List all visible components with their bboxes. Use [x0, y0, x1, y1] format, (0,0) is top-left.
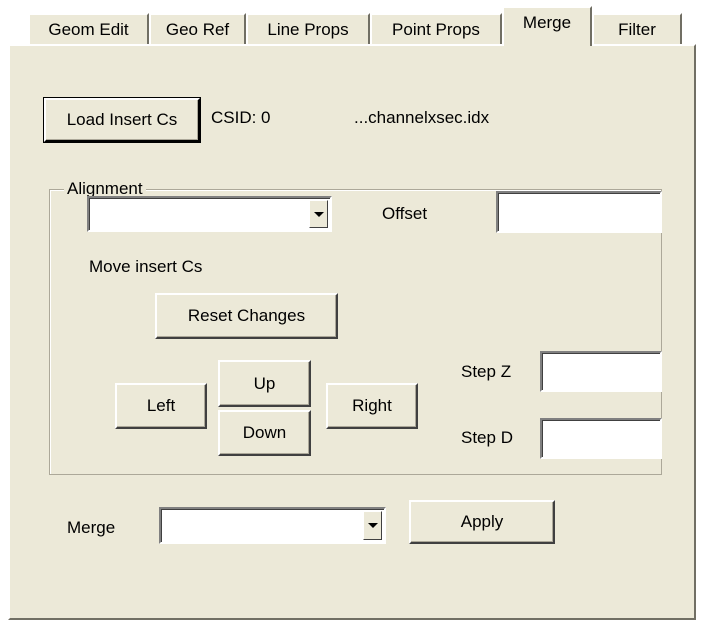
active-tab-join [504, 43, 590, 47]
step-d-label: Step D [461, 428, 513, 447]
tab-label: Geo Ref [165, 20, 230, 39]
reset-changes-button[interactable]: Reset Changes [155, 293, 338, 339]
reset-changes-label: Reset Changes [187, 306, 306, 325]
tab-geo-ref[interactable]: Geo Ref [149, 13, 246, 45]
chevron-down-icon [367, 523, 378, 528]
step-z-label: Step Z [461, 362, 512, 381]
tab-merge[interactable]: Merge [502, 6, 592, 46]
move-insert-cs-label: Move insert Cs [89, 257, 203, 276]
merge-label: Merge [67, 518, 116, 537]
step-z-input[interactable] [540, 351, 662, 392]
offset-label: Offset [382, 204, 428, 223]
up-label: Up [253, 373, 276, 393]
left-label: Left [146, 396, 176, 415]
apply-button[interactable]: Apply [409, 500, 555, 544]
file-name-text: ...channelxsec.idx [354, 108, 490, 127]
tab-label: Geom Edit [48, 20, 129, 39]
tab-label: Merge [522, 13, 572, 32]
load-insert-cs-button[interactable]: Load Insert Cs [43, 97, 201, 143]
tab-filter[interactable]: Filter [592, 13, 682, 45]
alignment-combo-dropdown-button[interactable] [309, 200, 328, 228]
apply-label: Apply [460, 512, 504, 531]
left-button[interactable]: Left [115, 383, 207, 429]
load-insert-cs-label: Load Insert Cs [66, 110, 178, 129]
down-button[interactable]: Down [218, 410, 311, 456]
down-label: Down [242, 423, 287, 442]
tab-label: Filter [618, 20, 656, 39]
tab-line-props[interactable]: Line Props [246, 13, 370, 45]
tab-geom-edit[interactable]: Geom Edit [28, 13, 149, 45]
merge-combo-dropdown-button[interactable] [363, 511, 382, 540]
up-button[interactable]: Up [218, 360, 311, 407]
tab-point-props[interactable]: Point Props [370, 13, 502, 45]
tab-label: Line Props [267, 20, 349, 39]
right-label: Right [352, 396, 392, 415]
offset-input[interactable] [496, 191, 662, 233]
tab-label: Point Props [392, 20, 480, 39]
merge-combo[interactable] [159, 507, 386, 544]
chevron-down-icon [313, 211, 324, 217]
right-button[interactable]: Right [326, 383, 418, 429]
alignment-combo[interactable] [87, 196, 332, 232]
csid-text: CSID: 0 [211, 108, 271, 127]
step-d-input[interactable] [540, 418, 662, 459]
